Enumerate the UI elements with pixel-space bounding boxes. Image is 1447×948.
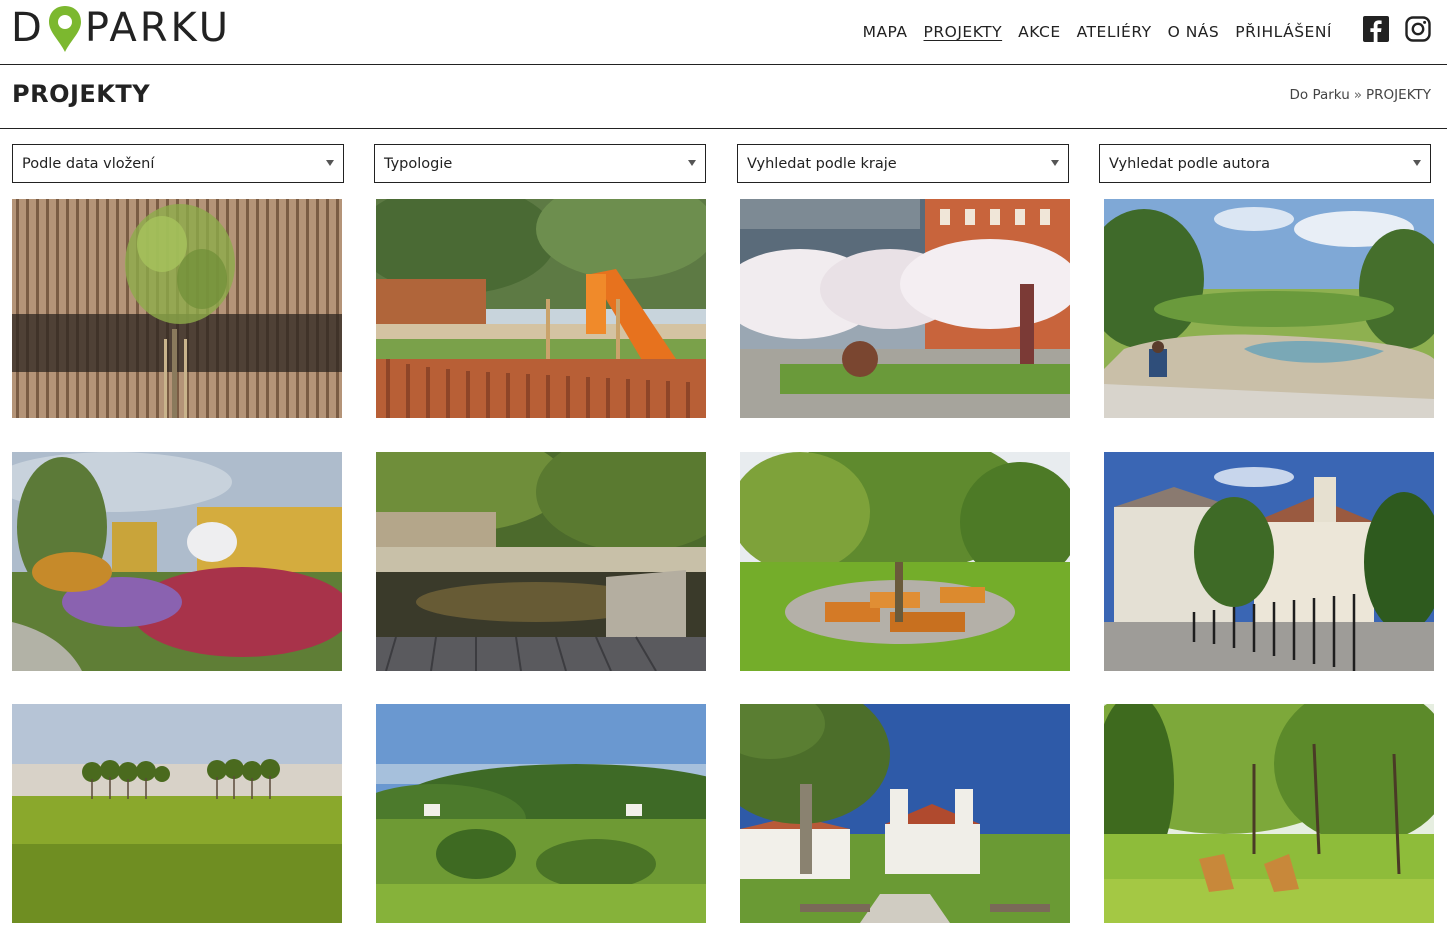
project-tile-3[interactable] bbox=[740, 199, 1070, 418]
wooden-facade-photo bbox=[12, 199, 342, 418]
nav-mapa[interactable]: MAPA bbox=[863, 20, 908, 44]
cherry-blossom-courtyard-photo bbox=[740, 199, 1070, 418]
stone-pool-photo bbox=[376, 452, 706, 671]
project-tile-9[interactable] bbox=[12, 704, 342, 923]
map-pin-logo-icon bbox=[47, 4, 83, 54]
page-title: PROJEKTY bbox=[12, 80, 151, 108]
meadow-tree-row-photo bbox=[12, 704, 342, 923]
chateau-plane-tree-photo bbox=[740, 704, 1070, 923]
sort-select[interactable]: Podle data vložení bbox=[12, 144, 344, 183]
project-tile-4[interactable] bbox=[1104, 199, 1434, 418]
sort-select-value: Podle data vložení bbox=[22, 155, 155, 172]
filter-bar: Podle data vložení Typologie Vyhledat po… bbox=[12, 144, 1435, 183]
project-tile-6[interactable] bbox=[376, 452, 706, 671]
project-tile-10[interactable] bbox=[376, 704, 706, 923]
nav-projekty[interactable]: PROJEKTY bbox=[924, 20, 1003, 44]
social-links bbox=[1363, 16, 1431, 42]
page-title-bar: PROJEKTY Do Parku» PROJEKTY bbox=[0, 65, 1447, 129]
playground-photo bbox=[376, 199, 706, 418]
author-select-value: Vyhledat podle autora bbox=[1109, 155, 1270, 172]
park-benches-photo bbox=[740, 452, 1070, 671]
logo-text-left: D bbox=[11, 5, 45, 51]
chateau-fence-photo bbox=[1104, 452, 1434, 671]
breadcrumb-separator: » bbox=[1353, 87, 1363, 103]
park-loungers-photo bbox=[1104, 704, 1434, 923]
project-tile-11[interactable] bbox=[740, 704, 1070, 923]
project-tile-7[interactable] bbox=[740, 452, 1070, 671]
project-tile-2[interactable] bbox=[376, 199, 706, 418]
nav-prihlaseni[interactable]: PŘIHLÁŠENÍ bbox=[1235, 20, 1332, 44]
site-logo[interactable]: D PARKU bbox=[11, 4, 231, 56]
instagram-icon[interactable] bbox=[1405, 16, 1431, 42]
typology-select-value: Typologie bbox=[384, 155, 453, 172]
breadcrumb-current: PROJEKTY bbox=[1366, 87, 1431, 103]
green-hills-photo bbox=[376, 704, 706, 923]
caret-down-icon bbox=[1413, 160, 1421, 166]
main-nav: MAPA PROJEKTY AKCE ATELIÉRY O NÁS PŘIHLÁ… bbox=[847, 20, 1332, 44]
nav-ateliery[interactable]: ATELIÉRY bbox=[1077, 20, 1152, 44]
logo-text-right: PARKU bbox=[84, 5, 231, 51]
site-header: D PARKU MAPA PROJEKTY AKCE ATELIÉRY O NÁ… bbox=[0, 0, 1447, 65]
author-select[interactable]: Vyhledat podle autora bbox=[1099, 144, 1431, 183]
region-select-value: Vyhledat podle kraje bbox=[747, 155, 897, 172]
nav-o-nas[interactable]: O NÁS bbox=[1168, 20, 1220, 44]
project-tile-8[interactable] bbox=[1104, 452, 1434, 671]
perennial-garden-photo bbox=[12, 452, 342, 671]
breadcrumb-home[interactable]: Do Parku bbox=[1290, 87, 1350, 103]
project-tile-1[interactable] bbox=[12, 199, 342, 418]
facebook-icon[interactable] bbox=[1363, 16, 1389, 42]
project-tile-12[interactable] bbox=[1104, 704, 1434, 923]
breadcrumb: Do Parku» PROJEKTY bbox=[1290, 87, 1432, 103]
park-pond-visualization bbox=[1104, 199, 1434, 418]
caret-down-icon bbox=[326, 160, 334, 166]
nav-akce[interactable]: AKCE bbox=[1018, 20, 1061, 44]
caret-down-icon bbox=[1051, 160, 1059, 166]
project-tile-5[interactable] bbox=[12, 452, 342, 671]
caret-down-icon bbox=[688, 160, 696, 166]
typology-select[interactable]: Typologie bbox=[374, 144, 706, 183]
region-select[interactable]: Vyhledat podle kraje bbox=[737, 144, 1069, 183]
